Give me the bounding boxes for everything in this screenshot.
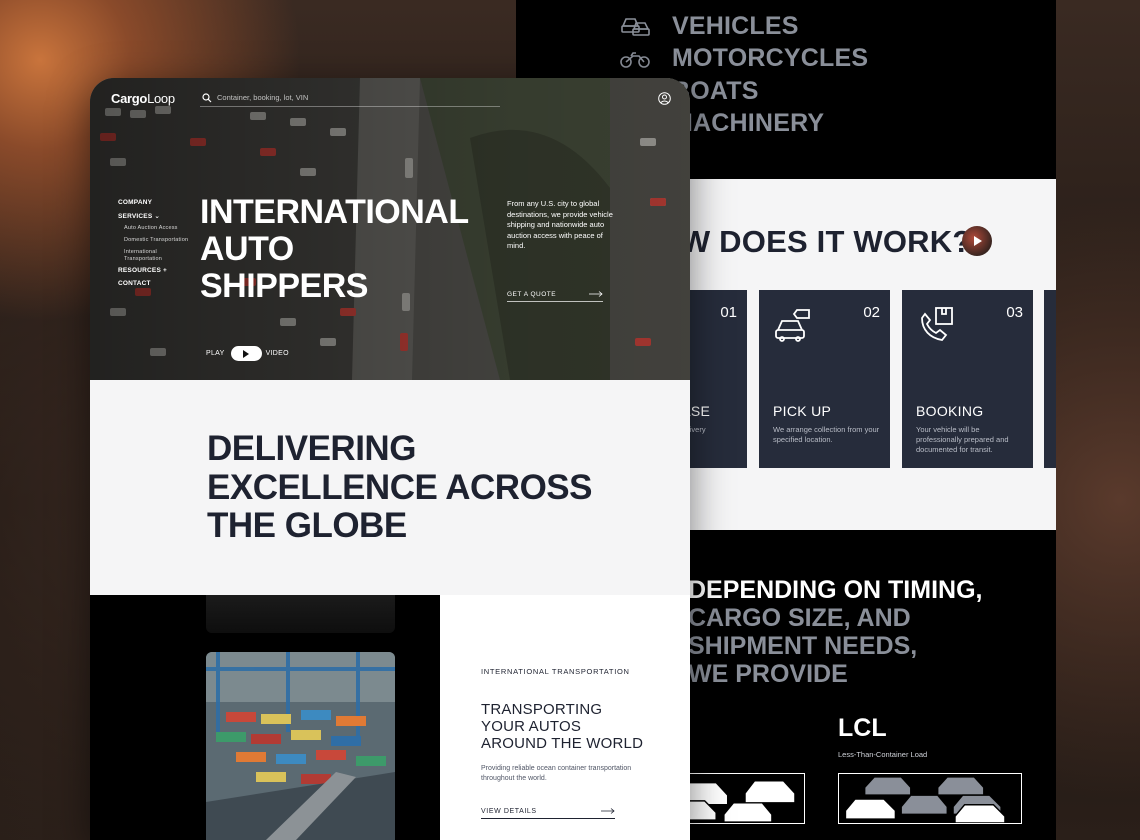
step-number: 03 [1006, 304, 1023, 321]
nav-sub-international[interactable]: International Transportation [118, 249, 178, 267]
nav-sub-auction[interactable]: Auto Auction Access [118, 225, 188, 237]
step-card-3[interactable]: 03 BOOKING Your vehicle will be professi… [902, 290, 1033, 468]
search-input[interactable] [217, 93, 477, 102]
nav-item-services[interactable]: SERVICES ⌄ [118, 212, 188, 225]
play-button[interactable] [230, 346, 262, 361]
hero-description: From any U.S. city to global destination… [507, 199, 613, 250]
step-title: BOOKING [916, 403, 984, 419]
search-bar[interactable] [200, 89, 500, 107]
step-card-2[interactable]: 02 PICK UP We arrange collection from yo… [759, 290, 890, 468]
how-play-button[interactable] [962, 226, 992, 256]
step-title: PICK UP [773, 403, 832, 419]
nav-item-company[interactable]: COMPANY [118, 199, 188, 212]
play-icon [974, 236, 982, 246]
transport-kicker: INTERNATIONAL TRANSPORTATION [481, 667, 630, 676]
arrow-right-icon [601, 808, 615, 814]
view-details-link[interactable]: VIEW DETAILS [481, 804, 615, 819]
step-desc: We arrange collection from your specifie… [773, 425, 880, 444]
nav-sub-domestic[interactable]: Domestic Transportation [118, 237, 188, 249]
step-number: 01 [720, 304, 737, 321]
play-video-control[interactable]: PLAY VIDEO [206, 346, 289, 361]
nav-item-contact[interactable]: CONTACT [118, 280, 188, 293]
hero-title: INTERNATIONAL AUTO SHIPPERS [200, 193, 469, 305]
transport-description: Providing reliable ocean container trans… [481, 765, 632, 782]
search-icon [202, 92, 212, 102]
car-tag-icon [775, 309, 810, 342]
lcl-title: LCL [838, 714, 887, 742]
front-page-preview: CargoLoop COMPANY SERVICES ⌄ Auto Auctio… [90, 78, 690, 840]
get-quote-button[interactable]: GET A QUOTE [507, 287, 603, 302]
hero-section: CargoLoop COMPANY SERVICES ⌄ Auto Auctio… [90, 78, 690, 380]
step-card-4[interactable] [1044, 290, 1056, 468]
motorcycle-icon [620, 51, 650, 68]
container-port-image [206, 652, 395, 840]
transport-info: INTERNATIONAL TRANSPORTATION TRANSPORTIN… [440, 595, 690, 840]
user-account-icon[interactable] [658, 92, 671, 105]
transport-title: TRANSPORTING YOUR AUTOS AROUND THE WORLD [481, 701, 644, 752]
lcl-container-illustration [838, 773, 1022, 824]
cars-icon [844, 776, 1006, 823]
lcl-subtitle: Less-Than-Container Load [838, 750, 928, 759]
depending-heading: DEPENDING ON TIMING, CARGO SIZE, AND SHI… [688, 576, 983, 688]
side-nav: COMPANY SERVICES ⌄ Auto Auction Access D… [118, 199, 188, 293]
delivering-heading: DELIVERING EXCELLENCE ACROSS THE GLOBE [207, 429, 592, 545]
step-number: 02 [863, 304, 880, 321]
plus-icon: + [163, 267, 167, 274]
nav-item-resources[interactable]: RESOURCES + [118, 267, 188, 280]
play-icon [243, 349, 250, 358]
logo[interactable]: CargoLoop [111, 91, 175, 106]
category-vehicles[interactable]: VEHICLES [620, 10, 868, 43]
phone-box-icon [921, 307, 953, 341]
vehicles-icon [621, 18, 650, 37]
previous-card [206, 595, 395, 633]
step-desc: Your vehicle will be professionally prep… [916, 425, 1009, 454]
arrow-right-icon [589, 291, 603, 297]
chevron-down-icon: ⌄ [154, 213, 161, 220]
media-column [90, 595, 440, 840]
category-motorcycles[interactable]: MOTORCYCLES [620, 43, 868, 76]
